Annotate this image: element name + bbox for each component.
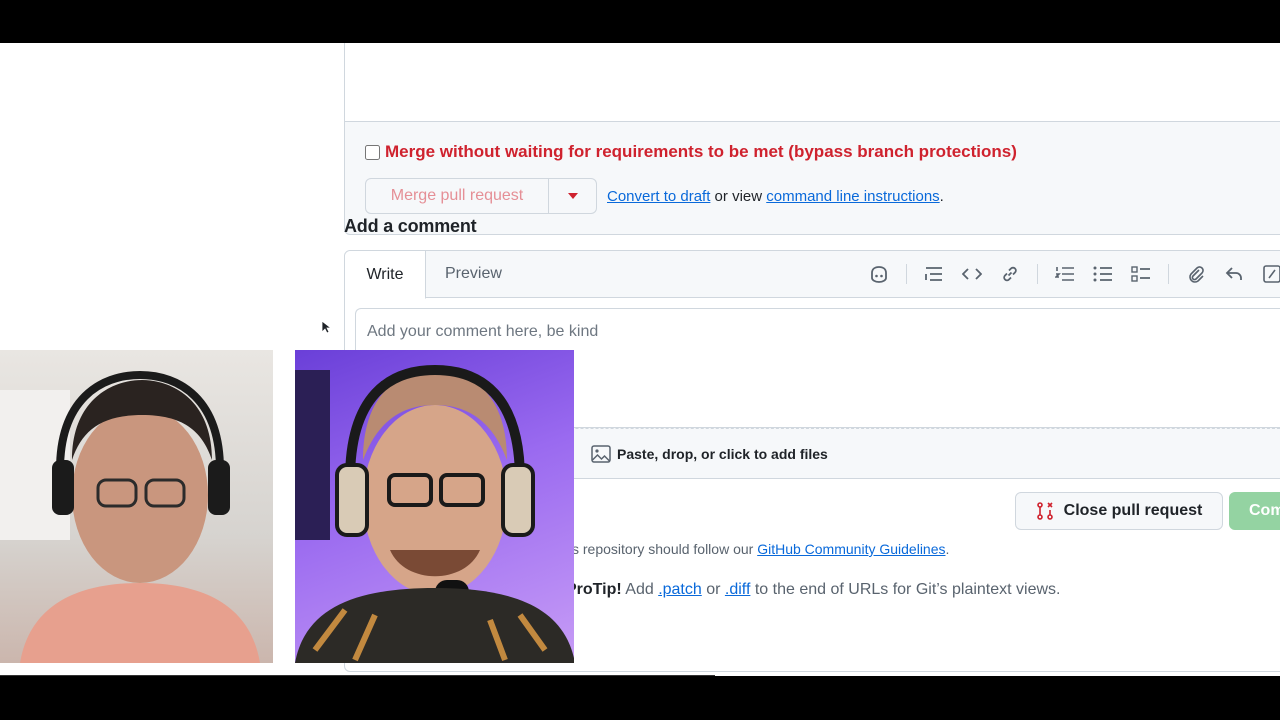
- ordered-list-icon[interactable]: [1054, 263, 1076, 285]
- image-icon: [591, 444, 611, 463]
- merge-pull-request-button[interactable]: Merge pull request: [365, 178, 549, 214]
- period-text: .: [939, 187, 944, 205]
- protip-note: ProTip! Add .patch or .diff to the end o…: [566, 581, 1060, 599]
- bypass-row: Merge without waiting for requirements t…: [365, 142, 1017, 162]
- merge-panel: Merge without waiting for requirements t…: [344, 43, 1280, 235]
- diff-link[interactable]: .diff: [725, 581, 751, 598]
- guidelines-prefix: s repository should follow our: [572, 541, 758, 557]
- protip-or: or: [701, 581, 725, 598]
- add-comment-heading: Add a comment: [344, 216, 477, 236]
- mouse-cursor-icon: [321, 320, 331, 334]
- bypass-label[interactable]: Merge without waiting for requirements t…: [385, 142, 1017, 162]
- chevron-down-icon: [567, 193, 578, 199]
- merge-status-area: [345, 43, 1280, 122]
- heading-icon[interactable]: [923, 263, 945, 285]
- slash-command-icon[interactable]: [1261, 263, 1280, 285]
- attach-label: Paste, drop, or click to add files: [617, 445, 828, 462]
- code-icon[interactable]: [961, 263, 983, 285]
- webcam-feed-left: [0, 350, 273, 663]
- webcam-feed-right: [295, 350, 574, 663]
- toolbar-separator: [1168, 264, 1169, 284]
- person-silhouette-icon: [295, 364, 574, 663]
- git-pull-request-closed-icon: [1036, 502, 1053, 520]
- patch-link[interactable]: .patch: [658, 581, 702, 598]
- markdown-toolbar: [868, 251, 1280, 297]
- protip-add: Add: [621, 581, 659, 598]
- tab-preview[interactable]: Preview: [445, 251, 502, 297]
- tab-write[interactable]: Write: [345, 251, 426, 299]
- comment-tabbar: Write Preview: [345, 251, 1280, 299]
- comment-submit-button[interactable]: Comm: [1229, 492, 1280, 530]
- or-view-text: or view: [710, 187, 767, 205]
- attach-icon[interactable]: [1185, 263, 1207, 285]
- guidelines-suffix: .: [945, 541, 950, 557]
- command-line-instructions-link[interactable]: command line instructions: [766, 188, 939, 205]
- close-pull-request-button[interactable]: Close pull request: [1015, 492, 1223, 530]
- reply-icon[interactable]: [1223, 263, 1245, 285]
- community-guidelines-link[interactable]: GitHub Community Guidelines: [757, 541, 945, 557]
- comment-actions: Close pull request Comm: [1015, 492, 1280, 530]
- convert-to-draft-link[interactable]: Convert to draft: [607, 188, 710, 205]
- protip-label: ProTip!: [566, 581, 622, 598]
- community-guidelines-note: s repository should follow our GitHub Co…: [572, 541, 949, 557]
- link-icon[interactable]: [999, 263, 1021, 285]
- letterbox-bottom: [0, 676, 1280, 720]
- toolbar-separator: [1037, 264, 1038, 284]
- person-silhouette-icon: [0, 370, 260, 663]
- bypass-checkbox[interactable]: [365, 144, 380, 160]
- task-list-icon[interactable]: [1130, 263, 1152, 285]
- protip-rest: to the end of URLs for Git’s plaintext v…: [750, 581, 1061, 598]
- copilot-icon[interactable]: [868, 263, 890, 285]
- merge-actions: Merge pull request Convert to draft or v…: [365, 178, 944, 214]
- github-pr-page: Merge without waiting for requirements t…: [0, 43, 1280, 676]
- unordered-list-icon[interactable]: [1092, 263, 1114, 285]
- merge-links: Convert to draft or view command line in…: [607, 188, 944, 205]
- toolbar-separator: [906, 264, 907, 284]
- merge-method-dropdown[interactable]: [549, 178, 597, 214]
- close-button-label: Close pull request: [1063, 502, 1203, 519]
